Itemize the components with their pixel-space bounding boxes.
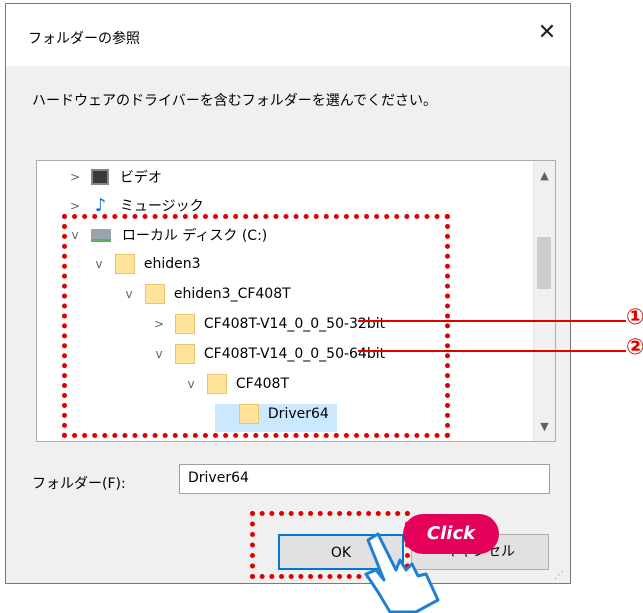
tree-item-label: ビデオ — [119, 170, 162, 186]
title-bar: フォルダーの参照 ✕ — [6, 4, 570, 66]
pointing-hand-icon — [364, 532, 440, 613]
marker-1: ① — [626, 305, 643, 330]
folder-field-label: フォルダー(F): — [32, 476, 126, 492]
marker-2-line — [358, 350, 626, 352]
scroll-down-icon[interactable]: ▼ — [534, 420, 555, 433]
tree-scrollbar[interactable]: ▲ ▼ — [533, 161, 555, 441]
dialog-title: フォルダーの参照 — [28, 31, 140, 47]
marker-2: ② — [626, 335, 643, 360]
video-icon — [91, 169, 110, 185]
scroll-up-icon[interactable]: ▲ — [534, 169, 555, 182]
dialog-prompt: ハードウェアのドライバーを含むフォルダーを選んでください。 — [32, 93, 438, 109]
marker-1-line — [358, 320, 626, 322]
folder-field[interactable]: Driver64 — [179, 464, 550, 494]
tree-item-video[interactable]: > ビデオ — [67, 167, 162, 195]
chevron-right-icon[interactable]: > — [67, 199, 83, 213]
music-icon: ♪ — [94, 195, 107, 216]
scroll-thumb[interactable] — [537, 237, 551, 289]
tree-highlight-box — [62, 214, 450, 438]
chevron-right-icon[interactable]: > — [67, 170, 83, 184]
close-icon[interactable]: ✕ — [536, 22, 558, 44]
resize-grip-icon[interactable]: ⋰ — [554, 570, 564, 581]
tree-item-label: ミュージック — [119, 198, 204, 215]
